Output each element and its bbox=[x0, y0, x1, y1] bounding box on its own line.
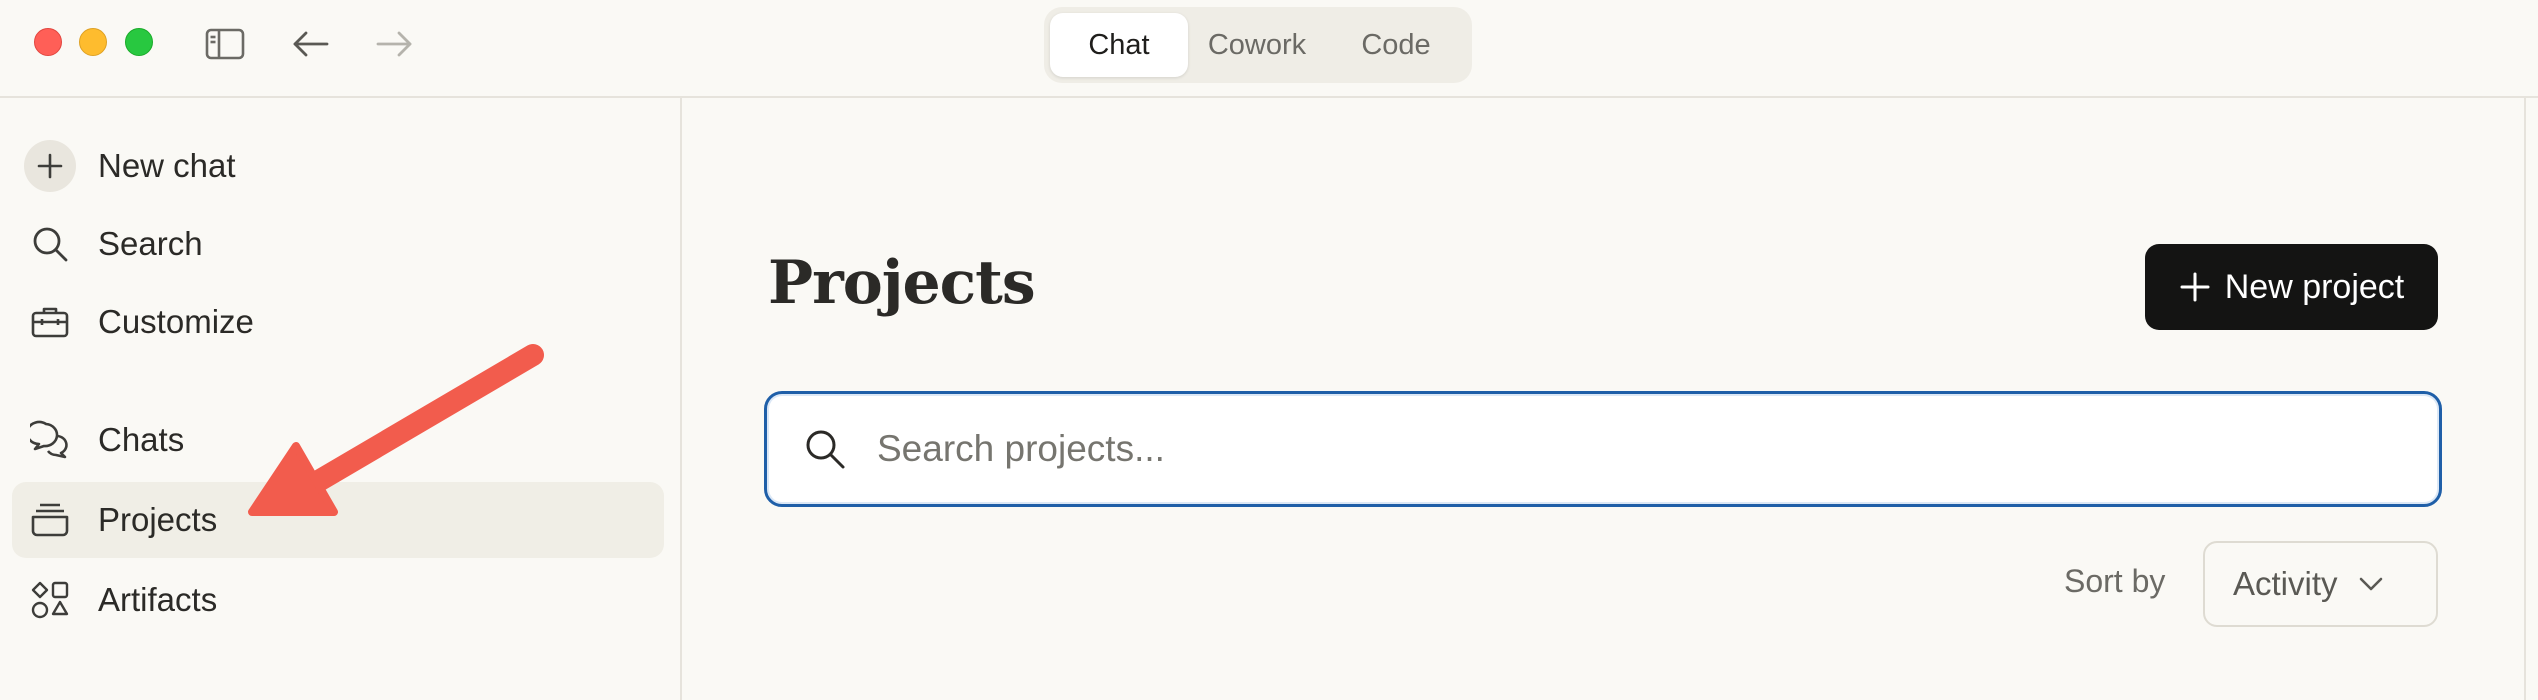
mode-switcher: Chat Cowork Code bbox=[1044, 7, 1472, 83]
zoom-window-button[interactable] bbox=[125, 28, 153, 56]
sidebar-item-artifacts[interactable]: Artifacts bbox=[12, 562, 664, 638]
sidebar-item-projects[interactable]: Projects bbox=[12, 482, 664, 558]
sidebar-item-label: Artifacts bbox=[98, 581, 218, 618]
sort-label: Sort by bbox=[2064, 563, 2166, 599]
sidebar-item-label: Projects bbox=[98, 501, 218, 538]
arrow-left-icon[interactable] bbox=[287, 20, 335, 68]
title-bar: Chat Cowork Code bbox=[0, 0, 2538, 98]
close-window-button[interactable] bbox=[34, 28, 62, 56]
chat-bubbles-icon bbox=[12, 402, 88, 478]
page-title: Projects bbox=[768, 248, 1036, 318]
sidebar: New chat Search Customize Chats Projects… bbox=[0, 98, 682, 700]
new-project-button[interactable]: New project bbox=[2145, 244, 2438, 330]
search-projects-box[interactable] bbox=[764, 391, 2442, 507]
search-input[interactable] bbox=[877, 428, 2377, 470]
tab-cowork[interactable]: Cowork bbox=[1188, 13, 1326, 77]
sidebar-item-customize[interactable]: Customize bbox=[12, 284, 664, 360]
window-edge bbox=[2524, 98, 2526, 700]
search-icon bbox=[803, 427, 847, 471]
tab-chat[interactable]: Chat bbox=[1050, 13, 1188, 77]
shapes-icon bbox=[12, 562, 88, 638]
sidebar-item-label: Customize bbox=[98, 303, 254, 340]
projects-stack-icon bbox=[12, 482, 88, 558]
tab-code[interactable]: Code bbox=[1326, 13, 1466, 77]
arrow-right-icon[interactable] bbox=[370, 20, 418, 68]
sidebar-item-label: Chats bbox=[98, 421, 185, 458]
sort-selected-value: Activity bbox=[2233, 565, 2338, 602]
plus-icon bbox=[2179, 271, 2211, 303]
sidebar-item-search[interactable]: Search bbox=[12, 206, 664, 282]
sidebar-item-label: Search bbox=[98, 225, 203, 262]
sidebar-item-new-chat[interactable]: New chat bbox=[12, 128, 664, 204]
minimize-window-button[interactable] bbox=[79, 28, 107, 56]
briefcase-icon bbox=[12, 284, 88, 360]
sort-dropdown[interactable]: Activity bbox=[2203, 541, 2438, 627]
search-icon bbox=[12, 206, 88, 282]
plus-icon bbox=[12, 128, 88, 204]
new-project-label: New project bbox=[2224, 267, 2405, 306]
sidebar-item-chats[interactable]: Chats bbox=[12, 402, 664, 478]
sidebar-item-label: New chat bbox=[98, 147, 236, 184]
sidebar-toggle-icon[interactable] bbox=[201, 20, 249, 68]
chevron-down-icon bbox=[2358, 576, 2384, 592]
